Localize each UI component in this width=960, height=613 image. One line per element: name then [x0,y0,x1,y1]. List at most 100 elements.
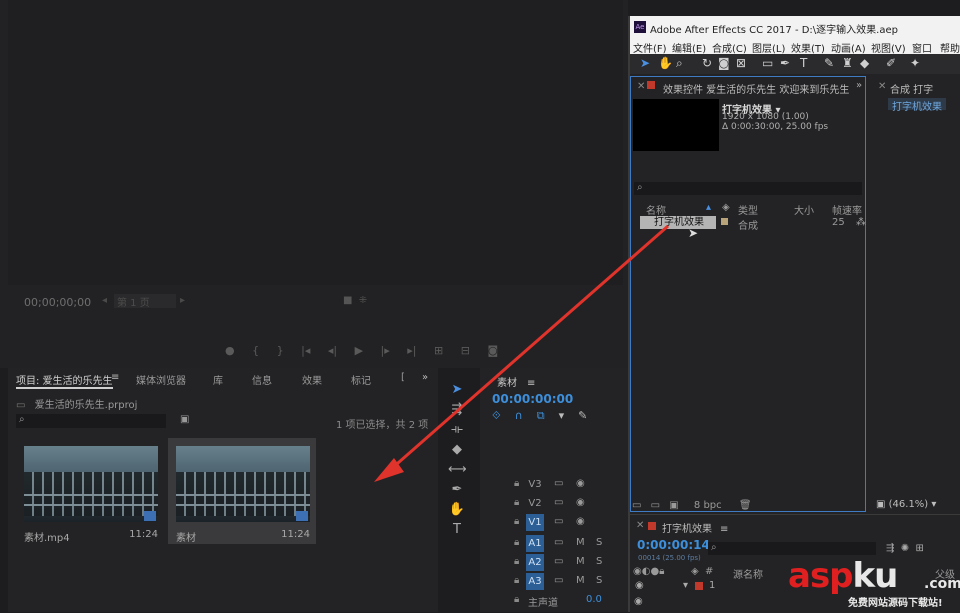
add-marker-icon[interactable]: ▾ [559,409,565,422]
snap-icon[interactable]: ∩ [515,409,523,422]
solo-button[interactable]: S [596,537,602,548]
zoom-level[interactable]: ▣ (46.1%) ▾ [876,499,936,510]
sync-icon[interactable]: ▭ [554,516,563,527]
go-to-out-icon[interactable]: ▸| [407,344,416,357]
view-icon[interactable]: ▣ [876,499,885,510]
track-name[interactable]: V1 [526,514,544,531]
lock-icon[interactable]: 🔒︎ [514,556,519,567]
close-icon[interactable]: ✕ [636,520,644,531]
pen-tool-icon[interactable]: ✒ [448,482,466,498]
sync-icon[interactable]: ▭ [554,497,563,508]
lock-icon[interactable]: 🔒︎ [514,594,519,605]
lock-icon[interactable]: 🔒︎ [514,478,519,489]
tab-library[interactable]: 库 [213,372,223,387]
hand-tool-icon[interactable]: ✋ [658,56,673,70]
label-icon[interactable]: ◈ [691,566,699,577]
lock-icon[interactable]: 🔒︎ [514,537,519,548]
brush-tool-icon[interactable]: ✎ [824,56,834,70]
slip-tool-icon[interactable]: ⟷ [448,462,467,478]
eye-icon[interactable]: ◉ [634,596,643,607]
go-to-in-icon[interactable]: |◂ [301,344,310,357]
overwrite-icon[interactable]: ⊟ [461,344,470,357]
ae-timeline-timecode[interactable]: 0:00:00:14 [637,538,710,552]
lock-icon[interactable]: 🔒︎ [514,497,519,508]
ripple-edit-tool-icon[interactable]: ⟛ [448,422,466,438]
row-name[interactable]: 打字机效果 [640,216,716,229]
rectangle-tool-icon[interactable]: ▭ [762,56,773,70]
new-comp-icon[interactable]: ▣ [669,500,678,511]
monitor-extra-icons[interactable]: ■ ⁜ [343,295,367,306]
eye-icon[interactable]: ◉ [635,580,644,591]
clone-stamp-tool-icon[interactable]: ♜ [842,56,853,70]
in-point-icon[interactable]: { [252,344,259,357]
sync-icon[interactable]: ▭ [554,478,563,489]
menu-window[interactable]: 窗口 [912,40,932,55]
type-tool-icon[interactable]: T [800,56,807,70]
track-select-tool-icon[interactable]: ⇶ [448,402,466,418]
ae-timeline-search-input[interactable]: ⌕ [708,542,876,555]
tab-markers[interactable]: 标记 [351,372,371,387]
menu-view[interactable]: 视图(V) [871,40,906,55]
eye-icon[interactable]: ◉ [576,516,585,527]
mute-button[interactable]: M [576,556,585,567]
linked-selection-icon[interactable]: ⧉ [537,409,545,422]
track-row[interactable]: 🔒︎ V2 ▭ ◉ [480,495,628,513]
lock-icon[interactable]: 🔒︎ [514,516,519,527]
ae-project-tab[interactable]: 效果控件 爱生活的乐先生 欢迎来到乐先生 [663,81,849,96]
new-bin-icon[interactable]: ▣ [180,414,189,425]
tab-menu-icon[interactable]: ≡ [111,372,119,383]
camera-icon[interactable]: ◙ [487,344,498,357]
nest-icon[interactable]: ⟐ [492,409,501,422]
roto-brush-tool-icon[interactable]: ✐ [886,56,896,70]
solo-button[interactable]: S [596,575,602,586]
master-track-value[interactable]: 0.0 [586,594,602,605]
camera-tool-icon[interactable]: ◙ [718,56,730,70]
step-back-icon[interactable]: ◂| [328,344,337,357]
track-row[interactable]: 🔒︎ A2 ▭ M S [480,554,628,572]
wrench-icon[interactable]: ✎ [578,409,587,422]
layer-color-icon[interactable] [695,582,703,590]
page-select[interactable]: 第 1 页 [114,294,176,309]
hash-icon[interactable]: # [705,566,713,577]
page-next-icon[interactable]: ▸ [180,295,185,306]
av-switch-icons[interactable]: ◉◐●🔒︎ [633,566,665,577]
eye-icon[interactable]: ◉ [576,478,585,489]
track-name[interactable]: A3 [526,573,544,590]
col-rate[interactable]: 帧速率 [832,202,862,217]
timeline-tab[interactable]: 素材 ≡ [497,374,535,389]
menu-effect[interactable]: 效果(T) [791,40,825,55]
sort-icon[interactable]: ▴ [706,202,711,213]
timeline-tool-icons[interactable]: ⟐ ∩ ⧉ ▾ ✎ [492,409,587,423]
flowchart-icon[interactable]: ⁂ [856,217,866,228]
timeline-timecode[interactable]: 00:00:00:00 [492,392,573,406]
track-name[interactable]: A1 [526,535,544,552]
interpret-icon[interactable]: ▭ [632,500,641,511]
menu-layer[interactable]: 图层(L) [752,40,785,55]
track-row[interactable]: 🔒︎ A1 ▭ M S [480,535,628,553]
hand-tool-icon[interactable]: ✋ [448,502,466,518]
label-icon[interactable]: ◈ [722,202,730,213]
expand-icon[interactable]: ▾ [683,580,688,591]
rotate-tool-icon[interactable]: ↻ [702,56,712,70]
close-icon[interactable]: ✕ [878,81,886,92]
bit-depth[interactable]: 8 bpc [694,500,722,511]
selection-tool-icon[interactable]: ➤ [448,382,466,398]
pen-tool-icon[interactable]: ✒ [780,56,790,70]
ae-timeline-tab[interactable]: 打字机效果 ≡ [662,520,728,535]
track-name[interactable]: V3 [526,476,544,493]
col-name[interactable]: 名称 [646,202,666,217]
project-item[interactable]: 素材 11:24 [168,438,316,544]
menu-help[interactable]: 帮助( [940,40,960,55]
lock-icon[interactable]: 🔒︎ [514,575,519,586]
track-row[interactable]: 🔒︎ V1 ▭ ◉ [480,514,628,532]
type-tool-icon[interactable]: T [448,522,466,538]
track-name[interactable]: V2 [526,495,544,512]
trash-icon[interactable]: 🗑︎ [739,500,752,511]
close-icon[interactable]: ✕ [637,81,645,92]
tab-project[interactable]: 项目: 爱生活的乐先生 [16,372,113,389]
step-forward-icon[interactable]: |▸ [381,344,390,357]
new-folder-icon[interactable]: ▭ [651,500,660,511]
track-row[interactable]: 🔒︎ V3 ▭ ◉ [480,476,628,494]
marker-icon[interactable]: ● [225,344,235,357]
tabs-overflow-icon[interactable]: » [422,372,428,383]
